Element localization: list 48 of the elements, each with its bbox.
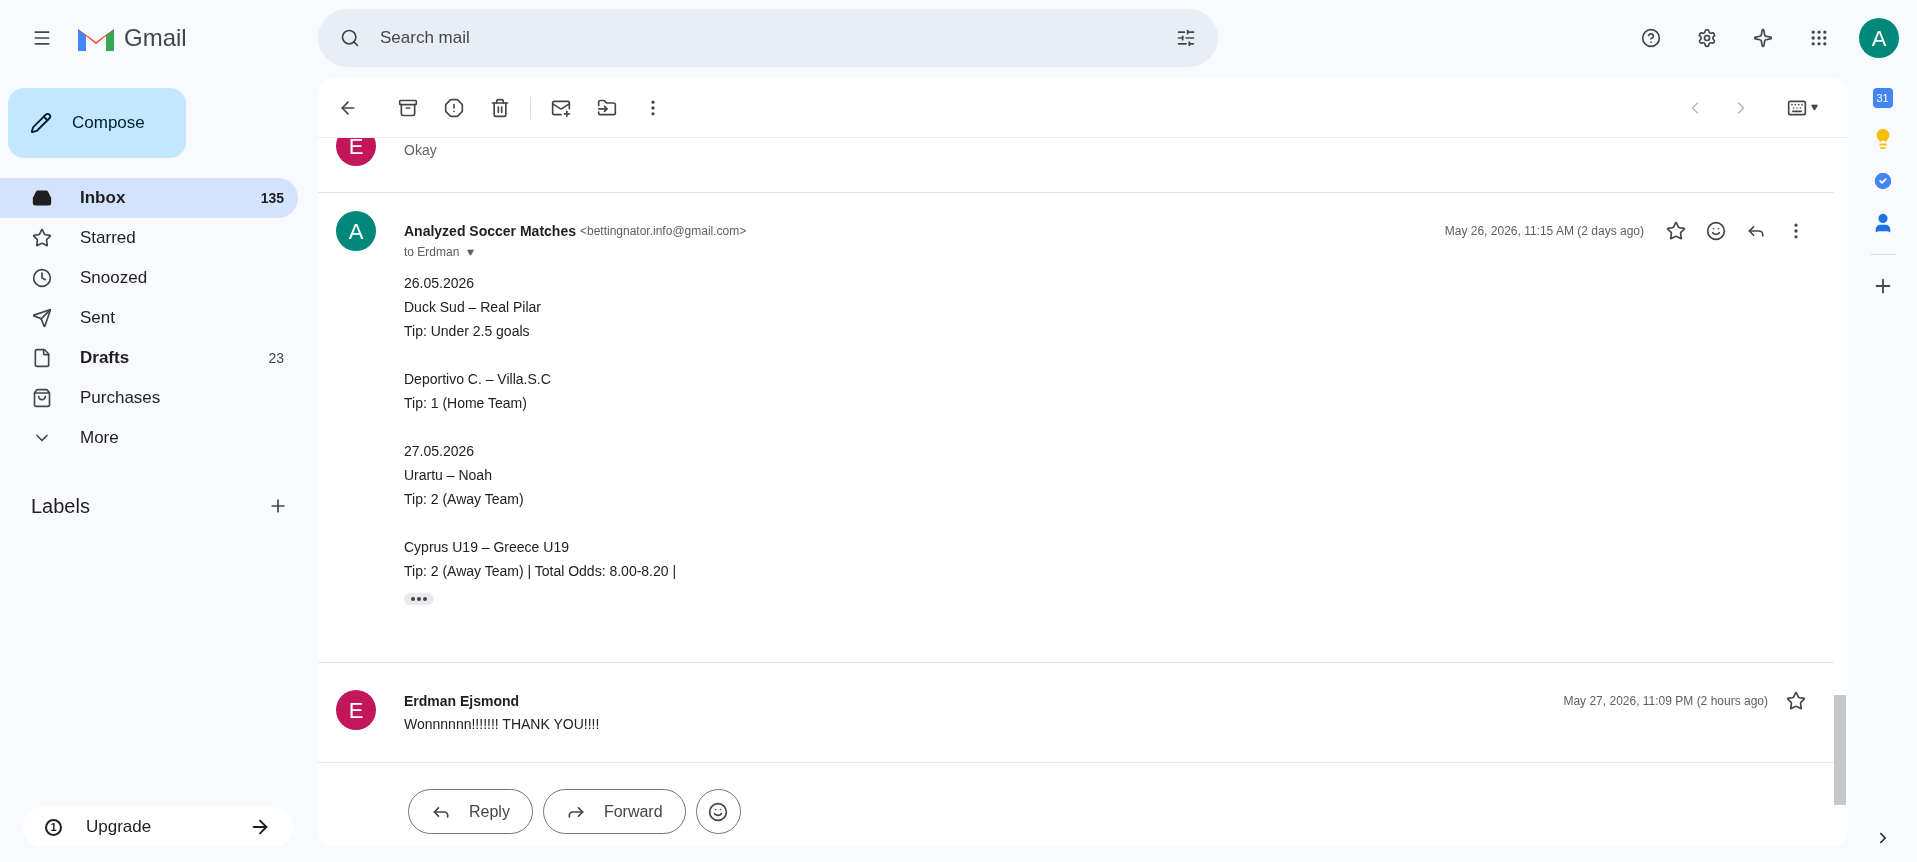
body-line: Tip: 1 (Home Team): [404, 394, 528, 413]
message-date: May 26, 2026, 11:15 AM (2 days ago): [1444, 223, 1644, 240]
sender-name: Erdman Ejsmond: [404, 691, 520, 711]
pencil-icon: [30, 112, 52, 134]
body-line: Duck Sud – Real Pilar: [404, 298, 542, 317]
send-icon: [32, 308, 52, 328]
sidebar-item[interactable]: More: [0, 418, 298, 458]
body-line: 27.05.2026: [404, 442, 476, 461]
sender-email: <bettingnator.info@gmail.com>: [579, 223, 747, 240]
tasks-icon[interactable]: [1871, 170, 1894, 192]
sender-name: Analyzed Soccer Matches: [404, 221, 576, 241]
message-snippet: Wonnnnnn!!!!!!! THANK YOU!!!!: [404, 716, 600, 732]
labels-heading: Labels: [31, 494, 90, 519]
app-name: Gmail: [124, 23, 187, 53]
sidebar-item[interactable]: Sent: [0, 298, 298, 338]
avatar: E: [336, 690, 376, 730]
account-avatar[interactable]: A: [1859, 18, 1899, 58]
file-icon: [32, 348, 52, 368]
message-date: May 27, 2026, 11:09 PM (2 hours ago): [1563, 693, 1768, 710]
sidebar-item[interactable]: Snoozed: [0, 258, 298, 298]
body-line: Deportivo C. – Villa.S.C: [404, 370, 552, 389]
search-input[interactable]: Search mail: [380, 25, 1156, 51]
show-trimmed-content[interactable]: [404, 593, 434, 605]
body-line: Tip: 2 (Away Team) | Total Odds: 8.00-8.20 |: [404, 562, 678, 581]
inbox-icon: [32, 188, 52, 208]
search-field[interactable]: Search mail: [318, 9, 1218, 67]
bag-icon: [32, 388, 52, 408]
scrollbar[interactable]: [1834, 695, 1846, 805]
message-snippet: Okay: [404, 141, 437, 160]
sidebar-item[interactable]: Starred: [0, 218, 298, 258]
sidebar-item[interactable]: Inbox 135: [0, 178, 298, 218]
avatar: A: [336, 211, 376, 251]
star-icon: [32, 228, 52, 248]
calendar-icon[interactable]: 31: [1872, 88, 1893, 108]
avatar: E: [336, 138, 376, 166]
upgrade-button[interactable]: 1 Upgrade: [23, 807, 293, 847]
sidebar-item[interactable]: Purchases: [0, 378, 298, 418]
body-line: Urartu – Noah: [404, 466, 493, 485]
body-line: Cyprus U19 – Greece U19: [404, 538, 570, 557]
sidebar-item[interactable]: Drafts 23: [0, 338, 298, 378]
body-line: 26.05.2026: [404, 274, 476, 293]
caret-icon: [1811, 104, 1818, 111]
caret-icon: [467, 248, 475, 256]
body-line: Tip: Under 2.5 goals: [404, 322, 531, 341]
recipients-dropdown[interactable]: to Erdman: [404, 243, 475, 261]
body-line: Tip: 2 (Away Team): [404, 490, 525, 509]
compose-button[interactable]: Compose: [8, 88, 186, 158]
clock-icon: [32, 268, 52, 288]
